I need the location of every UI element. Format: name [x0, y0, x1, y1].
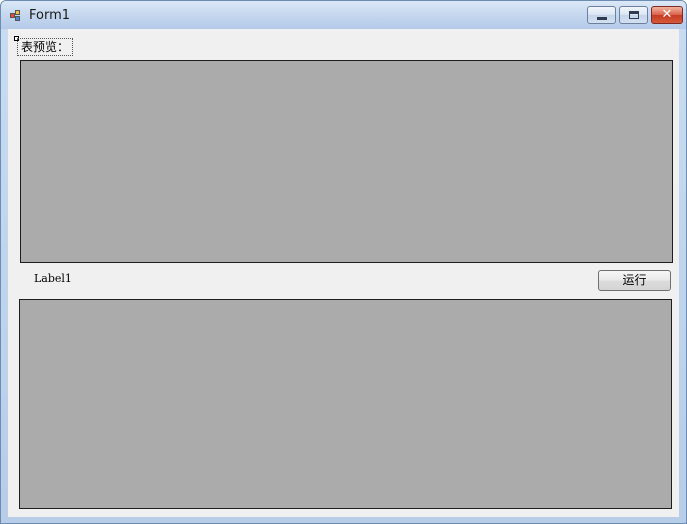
close-icon: ✕: [661, 7, 673, 22]
preview-data-grid[interactable]: [20, 60, 673, 263]
maximize-button[interactable]: [619, 6, 648, 24]
winforms-app-icon[interactable]: [10, 10, 22, 22]
minimize-icon: [597, 17, 607, 20]
window-title: Form1: [29, 8, 71, 23]
preview-label: 表预览：: [17, 38, 74, 56]
result-data-grid[interactable]: [19, 299, 672, 509]
run-button[interactable]: 运行: [598, 270, 671, 291]
app-window: Form1 ✕ 表预览： Label1 运行: [0, 0, 687, 524]
maximize-icon: [629, 11, 639, 19]
minimize-button[interactable]: [587, 6, 616, 24]
form-client-area: 表预览： Label1 运行: [8, 29, 679, 517]
title-bar[interactable]: Form1 ✕: [1, 1, 686, 29]
status-label: Label1: [34, 272, 72, 285]
close-button[interactable]: ✕: [651, 6, 683, 24]
